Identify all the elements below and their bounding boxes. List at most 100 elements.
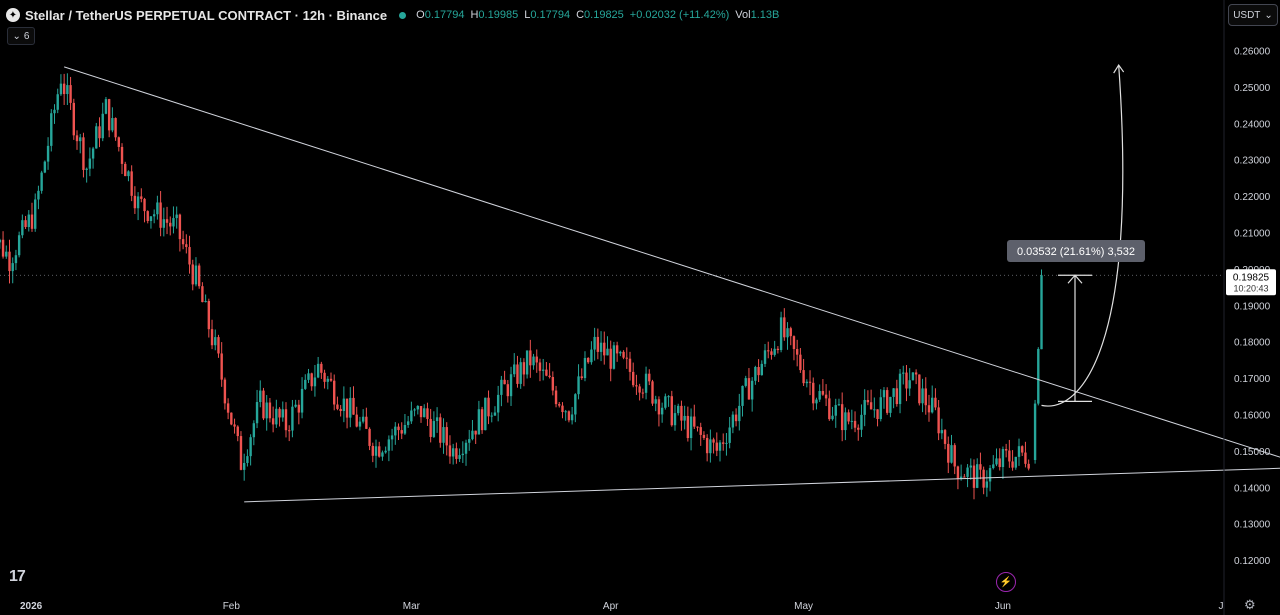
candle-body [345,398,349,418]
candle-body [580,376,583,379]
candle-body [230,412,233,425]
tradingview-logo-icon[interactable]: 17 [9,568,26,586]
candle-body [567,411,571,421]
trendline-ascending-support[interactable] [244,467,1280,503]
candle-body [911,372,915,381]
candle-body [496,394,500,413]
open-value: 0.17794 [424,9,465,21]
candle-body [673,413,677,426]
ohlc-legend: O0.17794 H0.19985 L0.17794 C0.19825 +0.0… [416,9,779,21]
candle-body [821,391,825,395]
candle-body [992,464,995,469]
candlestick-series [0,73,1043,500]
candle-body [979,464,982,470]
candle-body [709,439,712,454]
price-chart[interactable]: 0.03532 (21.61%) 3,532 0.260000.250000.2… [0,0,1280,615]
candle-body [493,412,497,416]
candle-body [667,396,670,398]
price-axis[interactable]: 0.26000 0.25000 0.24000 0.23000 0.22000 0.210… [1234,47,1271,568]
candle-body [66,85,69,95]
candle-body [294,404,297,407]
candle-body [384,450,387,453]
candle-body [529,350,532,366]
candle-body [1001,449,1005,468]
candle-body [995,458,998,465]
measure-label: 0.03532 (21.61%) 3,532 [1017,246,1135,258]
candle-body [840,404,844,431]
candle-body [62,83,66,95]
candle-body [776,348,780,351]
candle-body [863,400,866,415]
candle-body [982,469,985,488]
price-tick-label: 0.25000 [1234,83,1271,94]
candle-body [715,442,718,451]
candle-body [725,442,728,444]
candle-body [101,113,104,139]
time-axis[interactable]: 2026 Feb Mar Apr May Jun J [20,601,1224,612]
candle-body [352,397,355,415]
candle-body [879,397,882,420]
time-tick-label: 2026 [20,601,43,612]
price-tick-label: 0.22000 [1234,192,1271,203]
candle-body [188,247,191,265]
candle-body [214,337,217,346]
candle-body [927,405,931,413]
currency-value: USDT [1233,9,1261,21]
candle-body [358,421,362,427]
candle-body [1037,348,1040,404]
candle-body [773,348,776,355]
candle-body [712,439,715,443]
indicators-toggle-button[interactable]: ⌄ 6 [7,27,35,45]
candle-body [448,445,452,457]
candle-body [943,430,947,444]
candle-body [178,214,182,240]
candle-body [657,399,661,415]
candle-body [815,399,818,404]
candle-body [885,390,889,413]
candle-body [779,317,783,351]
candle-body [455,448,458,459]
candle-body [468,439,471,443]
candle-body [146,211,149,221]
lightning-icon[interactable]: ⚡ [996,572,1016,592]
candle-body [1040,275,1043,350]
candle-body [416,405,419,410]
candle-body [937,407,940,434]
candle-body [361,416,365,422]
candle-body [969,465,972,468]
candle-body [574,394,577,415]
currency-select[interactable]: USDT ⌄ [1228,4,1278,26]
time-tick-label: Mar [403,601,421,612]
candle-body [1017,446,1021,457]
candle-body [268,402,272,419]
candle-body [689,416,693,439]
candle-body [133,195,137,209]
candle-body [593,336,596,350]
candle-body [664,396,667,408]
candle-body [641,392,645,394]
candle-body [162,219,166,228]
projection-arrow[interactable] [1041,65,1124,407]
candle-body [786,328,789,338]
candle-body [59,83,63,95]
candle-body [876,409,879,420]
candle-body [696,426,699,428]
candle-body [554,390,558,405]
candle-body [27,214,30,228]
time-tick-label: Feb [223,601,241,612]
candle-body [615,345,619,354]
gear-icon[interactable]: ⚙ [1244,597,1256,613]
candle-body [500,379,503,395]
candle-body [50,113,53,146]
candle-body [333,380,336,405]
candle-body [130,171,133,196]
candle-body [5,251,8,257]
candle-body [921,388,924,404]
candle-body [46,145,50,162]
symbol-title[interactable]: Stellar / TetherUS PERPETUAL CONTRACT · … [25,8,387,23]
price-tick-label: 0.17000 [1234,374,1271,385]
candle-body [378,446,381,457]
candle-body [342,398,346,412]
candle-body [477,409,481,435]
candle-body [699,427,702,435]
